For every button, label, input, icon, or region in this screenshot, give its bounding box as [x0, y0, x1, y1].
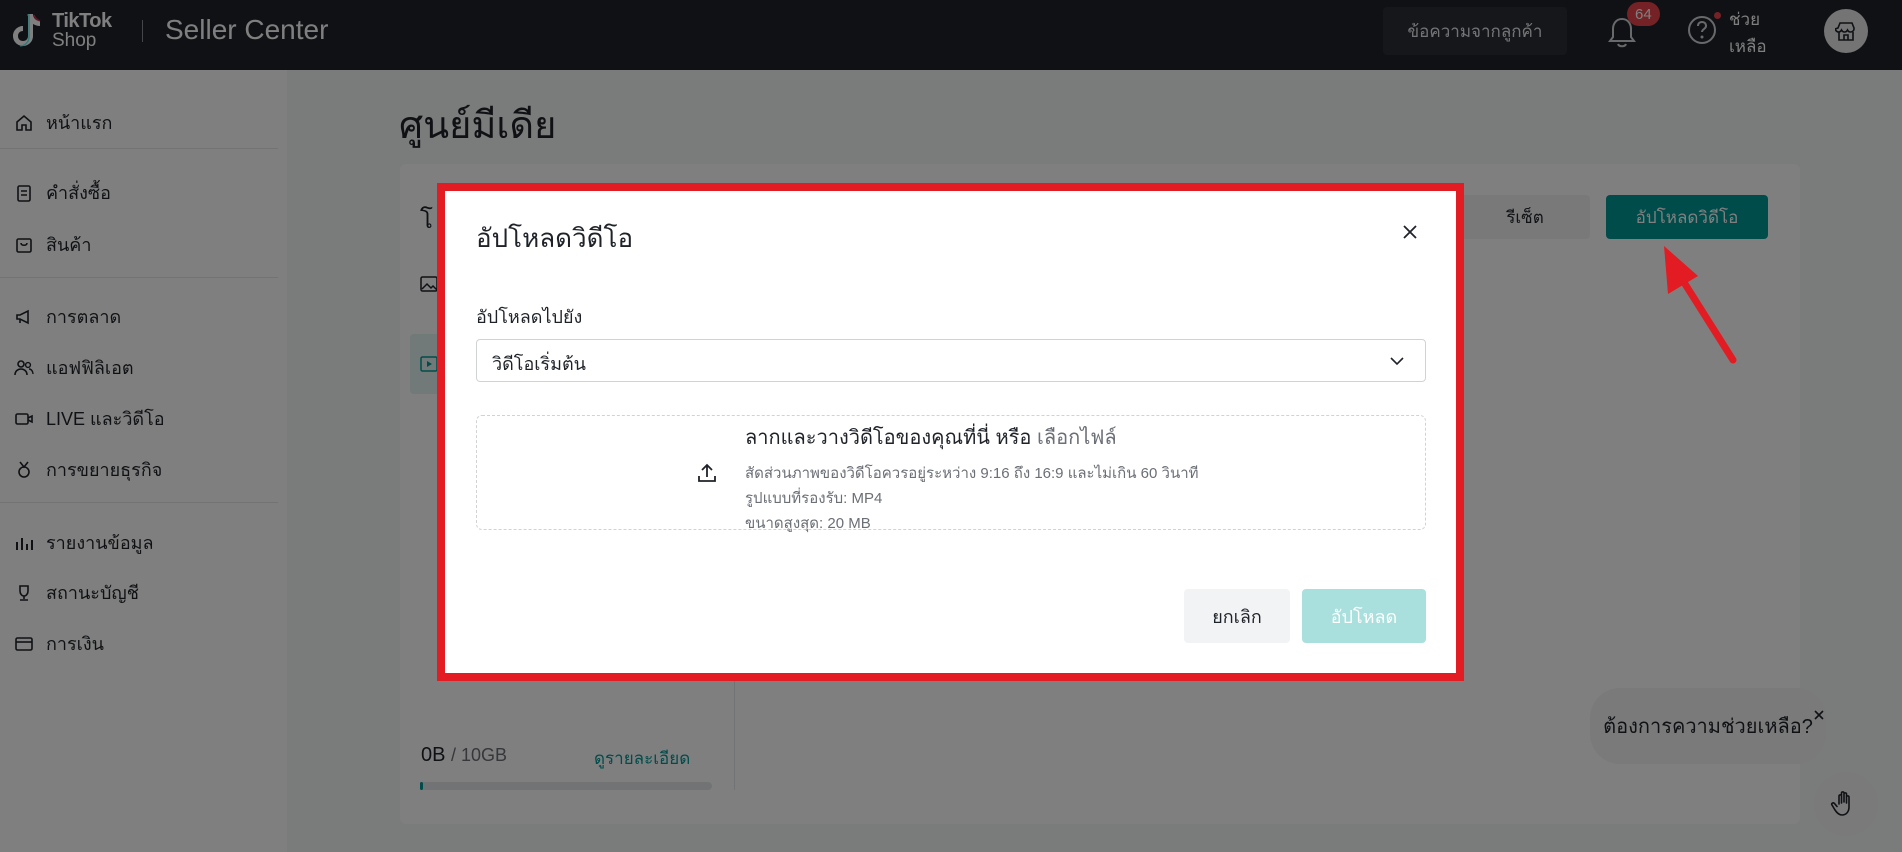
max-size-hint: ขนาดสูงสุด: 20 MB [745, 515, 871, 532]
upload-destination-label: อัปโหลดไปยัง [476, 307, 583, 327]
close-icon[interactable] [1400, 222, 1420, 242]
cancel-button[interactable]: ยกเลิก [1184, 589, 1290, 643]
upload-icon [698, 463, 716, 482]
upload-destination-select[interactable] [476, 339, 1426, 382]
modal-title: อัปโหลดวิดีโอ [476, 223, 634, 253]
upload-button[interactable]: อัปโหลด [1302, 589, 1426, 643]
dropzone-main-text: ลากและวางวิดีโอของคุณที่นี่ หรือ [745, 427, 1032, 449]
chevron-down-icon [1390, 357, 1404, 366]
dropzone-instruction: ลากและวางวิดีโอของคุณที่นี่ หรือ เลือกไฟ… [745, 421, 1117, 453]
format-hint: รูปแบบที่รองรับ: MP4 [745, 490, 883, 507]
annotation-arrow-icon [1664, 246, 1737, 364]
aspect-ratio-hint: สัดส่วนภาพของวิดีโอควรอยู่ระหว่าง 9:16 ถ… [745, 465, 1199, 482]
select-file-link[interactable]: เลือกไฟล์ [1037, 427, 1117, 449]
select-value: วิดีโอเริ่มต้น [492, 354, 586, 374]
